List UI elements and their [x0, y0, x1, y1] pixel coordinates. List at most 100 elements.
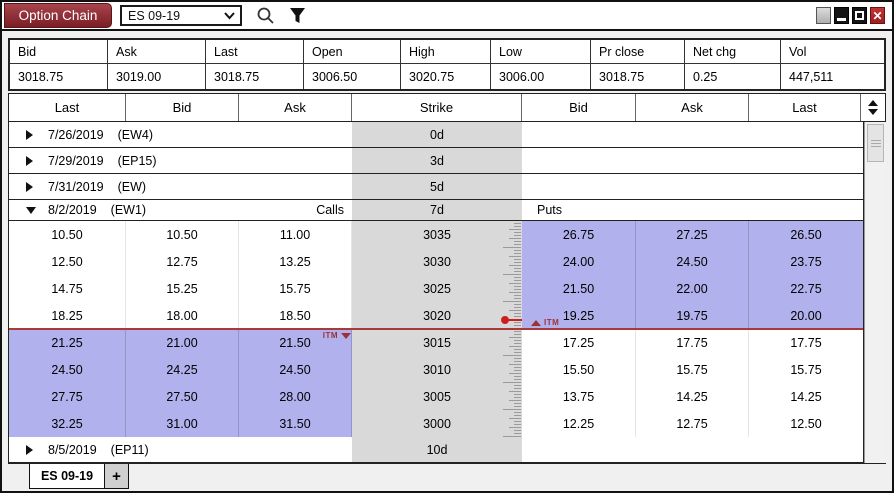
- cell-strike[interactable]: 3000: [352, 410, 522, 437]
- cell-put-bid[interactable]: 15.50: [522, 356, 636, 383]
- cell-call-ask[interactable]: 18.50: [239, 302, 352, 329]
- cell-call-last[interactable]: 12.50: [9, 248, 126, 275]
- cell-call-bid[interactable]: 27.50: [126, 383, 239, 410]
- cell-call-last[interactable]: 14.75: [9, 275, 126, 302]
- expander-arrow-icon[interactable]: [26, 445, 40, 455]
- cell-put-last[interactable]: 12.50: [749, 410, 863, 437]
- quote-header-netchg: Net chg: [685, 40, 781, 64]
- expiration-code: (EP11): [111, 443, 149, 457]
- cell-call-bid[interactable]: 12.75: [126, 248, 239, 275]
- cell-call-bid[interactable]: 10.50: [126, 221, 239, 248]
- cell-put-last[interactable]: 14.25: [749, 383, 863, 410]
- cell-strike[interactable]: 3035: [352, 221, 522, 248]
- strike-row-3020: 18.2518.0018.50302019.2519.7520.00: [9, 302, 863, 329]
- cell-call-ask[interactable]: 31.50: [239, 410, 352, 437]
- minimize-button[interactable]: [834, 7, 849, 24]
- window-title: Option Chain: [4, 3, 112, 28]
- expander-arrow-icon[interactable]: [26, 156, 40, 166]
- collapse-arrow-icon[interactable]: [26, 207, 40, 214]
- cell-call-ask[interactable]: 15.75: [239, 275, 352, 302]
- cell-put-ask[interactable]: 12.75: [636, 410, 749, 437]
- cell-strike[interactable]: 3030: [352, 248, 522, 275]
- col-header-put-last: Last: [749, 94, 861, 121]
- cell-strike[interactable]: 3025: [352, 275, 522, 302]
- blank-window-button[interactable]: [816, 7, 831, 24]
- strike-row-3035: 10.5010.5011.00303526.7527.2526.50: [9, 221, 863, 248]
- cell-call-last[interactable]: 32.25: [9, 410, 126, 437]
- cell-put-last[interactable]: 15.75: [749, 356, 863, 383]
- quote-header-open: Open: [304, 40, 401, 64]
- expiration-row-8-5[interactable]: 8/5/2019 (EP11) 10d: [9, 437, 864, 463]
- cell-put-last[interactable]: 17.75: [749, 329, 863, 356]
- itm-puts-label: ITM: [544, 318, 559, 327]
- quote-value-high: 3020.75: [401, 64, 491, 89]
- cell-put-ask[interactable]: 15.75: [636, 356, 749, 383]
- col-header-put-ask: Ask: [636, 94, 749, 121]
- cell-call-bid[interactable]: 31.00: [126, 410, 239, 437]
- cell-put-bid[interactable]: 26.75: [522, 221, 636, 248]
- cell-put-ask[interactable]: 14.25: [636, 383, 749, 410]
- add-tab-button[interactable]: +: [104, 464, 129, 489]
- cell-put-bid[interactable]: 17.25: [522, 329, 636, 356]
- symbol-select[interactable]: ES 09-19: [120, 5, 242, 26]
- cell-put-last[interactable]: 20.00: [749, 302, 863, 329]
- quote-header-prclose: Pr close: [591, 40, 685, 64]
- window-title-label: Option Chain: [19, 8, 98, 23]
- maximize-icon: [855, 11, 864, 20]
- maximize-button[interactable]: [852, 7, 867, 24]
- itm-up-triangle-icon: [531, 320, 541, 326]
- symbol-select-value: ES 09-19: [128, 9, 180, 23]
- cell-call-bid[interactable]: 18.00: [126, 302, 239, 329]
- cell-call-ask[interactable]: 28.00: [239, 383, 352, 410]
- expiration-row-8-2-expanded[interactable]: 8/2/2019 (EW1) Calls 7d Puts: [9, 200, 864, 221]
- cell-call-bid[interactable]: 24.25: [126, 356, 239, 383]
- cell-call-ask[interactable]: 11.00: [239, 221, 352, 248]
- scroll-up-icon[interactable]: [868, 100, 878, 106]
- cell-call-last[interactable]: 27.75: [9, 383, 126, 410]
- cell-put-last[interactable]: 23.75: [749, 248, 863, 275]
- col-header-strike: Strike: [352, 94, 522, 121]
- cell-put-ask[interactable]: 22.00: [636, 275, 749, 302]
- cell-call-last[interactable]: 21.25: [9, 329, 126, 356]
- tab-es-09-19[interactable]: ES 09-19: [29, 464, 105, 489]
- filter-icon[interactable]: [289, 7, 306, 25]
- chevron-down-icon: [223, 9, 236, 23]
- cell-put-ask[interactable]: 24.50: [636, 248, 749, 275]
- cell-strike[interactable]: 3015: [352, 329, 522, 356]
- last-price-dash-icon: [508, 319, 522, 321]
- cell-call-ask[interactable]: 13.25: [239, 248, 352, 275]
- cell-call-last[interactable]: 24.50: [9, 356, 126, 383]
- vertical-scrollbar[interactable]: [864, 122, 886, 463]
- close-button[interactable]: ✕: [870, 7, 885, 24]
- cell-put-ask[interactable]: 27.25: [636, 221, 749, 248]
- expander-arrow-icon[interactable]: [26, 130, 40, 140]
- cell-call-last[interactable]: 18.25: [9, 302, 126, 329]
- cell-call-ask[interactable]: 24.50: [239, 356, 352, 383]
- itm-puts-marker: ITM: [531, 318, 559, 327]
- expiration-date: 7/26/2019: [48, 128, 104, 142]
- scrollbar-thumb[interactable]: [867, 124, 884, 162]
- cell-call-bid[interactable]: 21.00: [126, 329, 239, 356]
- cell-strike[interactable]: 3010: [352, 356, 522, 383]
- cell-put-last[interactable]: 22.75: [749, 275, 863, 302]
- quote-header-vol: Vol: [781, 40, 884, 64]
- expander-arrow-icon[interactable]: [26, 182, 40, 192]
- cell-put-last[interactable]: 26.50: [749, 221, 863, 248]
- cell-call-bid[interactable]: 15.25: [126, 275, 239, 302]
- itm-calls-label: ITM: [323, 331, 338, 340]
- window-controls: ✕: [816, 7, 892, 24]
- cell-put-ask[interactable]: 17.75: [636, 329, 749, 356]
- scroll-down-icon[interactable]: [868, 109, 878, 115]
- cell-put-bid[interactable]: 12.25: [522, 410, 636, 437]
- cell-strike[interactable]: 3005: [352, 383, 522, 410]
- expiration-row-7-29[interactable]: 7/29/2019 (EP15) 3d: [9, 148, 864, 174]
- cell-put-bid[interactable]: 21.50: [522, 275, 636, 302]
- cell-put-bid[interactable]: 24.00: [522, 248, 636, 275]
- cell-strike[interactable]: 3020: [352, 302, 522, 329]
- cell-put-ask[interactable]: 19.75: [636, 302, 749, 329]
- search-icon[interactable]: [256, 6, 275, 25]
- expiration-row-7-31[interactable]: 7/31/2019 (EW) 5d: [9, 174, 864, 200]
- cell-put-bid[interactable]: 13.75: [522, 383, 636, 410]
- cell-call-last[interactable]: 10.50: [9, 221, 126, 248]
- expiration-row-7-26[interactable]: 7/26/2019 (EW4) 0d: [9, 122, 864, 148]
